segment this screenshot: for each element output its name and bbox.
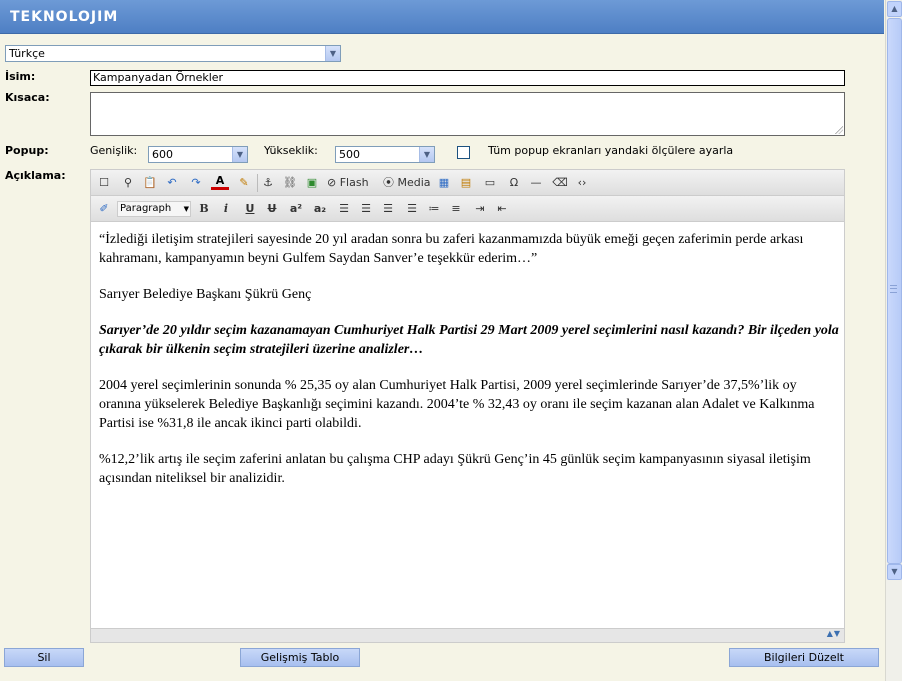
app-logo: TEKNOLOJIM (10, 9, 119, 25)
summary-label: Kısaca: (5, 91, 50, 104)
align-center-icon[interactable]: ☰ (357, 200, 375, 218)
width-select-value: 600 (152, 148, 173, 161)
subscript-button[interactable]: a₂ (311, 200, 329, 218)
editor-toolbar-1: ☐ ⚲ 📋 ↶ ↷ A ✎ ⚓ ⛓ ▣ ⊘ Flash ⦿ Media ▦ ▤ … (91, 170, 844, 196)
scroll-up-icon[interactable]: ▲ (887, 1, 902, 17)
indent-icon[interactable]: ⇥ (471, 200, 489, 218)
align-justify-icon[interactable]: ☰ (403, 200, 421, 218)
height-label: Yükseklik: (264, 144, 318, 157)
table-icon[interactable]: ▦ (435, 174, 453, 192)
language-select[interactable]: Türkçe ▼ (5, 45, 341, 62)
undo-icon[interactable]: ↶ (163, 174, 181, 192)
outdent-icon[interactable]: ⇤ (493, 200, 511, 218)
update-button[interactable]: Bilgileri Düzelt (729, 648, 879, 667)
source-code-icon[interactable]: ‹› (573, 174, 591, 192)
superscript-button[interactable]: a² (287, 200, 305, 218)
italic-button[interactable]: i (217, 200, 235, 218)
edit-style-icon[interactable]: ✐ (95, 200, 113, 218)
name-label: İsim: (5, 70, 36, 83)
anchor-icon[interactable]: ⚓ (259, 174, 277, 192)
resize-arrows-icon[interactable]: ▲▼ (827, 629, 841, 638)
table-edit-icon[interactable]: ▤ (457, 174, 475, 192)
redo-icon[interactable]: ↷ (187, 174, 205, 192)
scroll-down-icon[interactable]: ▼ (887, 564, 902, 580)
summary-textarea[interactable] (90, 92, 845, 136)
flash-icon: ⊘ (327, 176, 337, 189)
bold-button[interactable]: B (195, 200, 213, 218)
editor-toolbar-2: ✐ Paragraph ▼ B i U U a² a₂ ☰ ☰ ☰ ☰ ≔ ≡ … (91, 196, 844, 222)
special-character-icon[interactable]: Ω (505, 174, 523, 192)
editor-paragraph: Sarıyer Belediye Başkanı Şükrü Genç (99, 287, 312, 302)
toolbar-separator (257, 174, 258, 192)
height-select[interactable]: 500 ▼ (335, 146, 435, 163)
ordered-list-icon[interactable]: ≔ (425, 200, 443, 218)
editor-paragraph: “İzlediği iletişim stratejileri sayesind… (99, 232, 804, 266)
apply-all-label: Tüm popup ekranları yandaki ölçülere aya… (488, 144, 734, 157)
chevron-down-icon: ▼ (183, 205, 189, 213)
unordered-list-icon[interactable]: ≡ (447, 200, 465, 218)
text-color-icon[interactable]: A (211, 174, 229, 190)
chevron-down-icon[interactable]: ▼ (232, 147, 247, 162)
title-bar: TEKNOLOJIM (0, 0, 884, 34)
align-left-icon[interactable]: ☰ (335, 200, 353, 218)
advanced-table-button[interactable]: Gelişmiş Tablo (240, 648, 360, 667)
chevron-down-icon[interactable]: ▼ (325, 46, 340, 61)
strikethrough-button[interactable]: U (263, 200, 281, 218)
width-label: Genişlik: (90, 144, 138, 157)
link-icon[interactable]: ⛓ (281, 174, 299, 192)
form-icon[interactable]: ▭ (481, 174, 499, 192)
editor-paragraph: 2004 yerel seçimlerinin sonunda % 25,35 … (99, 378, 815, 431)
format-select-value: Paragraph (120, 203, 172, 214)
rich-text-editor[interactable]: ☐ ⚲ 📋 ↶ ↷ A ✎ ⚓ ⛓ ▣ ⊘ Flash ⦿ Media ▦ ▤ … (90, 169, 845, 643)
format-select[interactable]: Paragraph ▼ (117, 201, 191, 217)
paste-icon[interactable]: 📋 (141, 174, 159, 192)
popup-label: Popup: (5, 144, 49, 157)
underline-button[interactable]: U (241, 200, 259, 218)
name-input[interactable]: Kampanyadan Örnekler (90, 70, 845, 86)
delete-button[interactable]: Sil (4, 648, 84, 667)
description-label: Açıklama: (5, 169, 66, 182)
horizontal-rule-icon[interactable]: — (527, 174, 545, 192)
editor-content[interactable]: “İzlediği iletişim stratejileri sayesind… (99, 230, 839, 505)
find-icon[interactable]: ⚲ (119, 174, 137, 192)
background-color-icon[interactable]: ✎ (235, 174, 253, 192)
page-scrollbar[interactable]: ▲ ▼ (885, 0, 902, 681)
editor-statusbar: ▲▼ (91, 628, 844, 642)
editor-paragraph: %12,2’lik artış ile seçim zaferini anlat… (99, 452, 811, 486)
media-icon: ⦿ (383, 176, 394, 189)
media-label: Media (397, 176, 431, 189)
name-input-value: Kampanyadan Örnekler (93, 71, 224, 84)
new-document-icon[interactable]: ☐ (95, 174, 113, 192)
flash-label: Flash (339, 176, 369, 189)
flash-button[interactable]: ⊘ Flash (327, 174, 373, 192)
editor-paragraph: Sarıyer’de 20 yıldır seçim kazanamayan C… (99, 323, 839, 357)
resize-handle-icon[interactable] (835, 126, 843, 134)
language-select-value: Türkçe (9, 47, 45, 60)
scrollbar-grip-icon (890, 285, 897, 293)
eraser-icon[interactable]: ⌫ (551, 174, 569, 192)
width-select[interactable]: 600 ▼ (148, 146, 248, 163)
chevron-down-icon[interactable]: ▼ (419, 147, 434, 162)
media-button[interactable]: ⦿ Media (383, 174, 433, 192)
height-select-value: 500 (339, 148, 360, 161)
image-icon[interactable]: ▣ (303, 174, 321, 192)
align-right-icon[interactable]: ☰ (379, 200, 397, 218)
apply-all-checkbox[interactable] (457, 146, 470, 159)
